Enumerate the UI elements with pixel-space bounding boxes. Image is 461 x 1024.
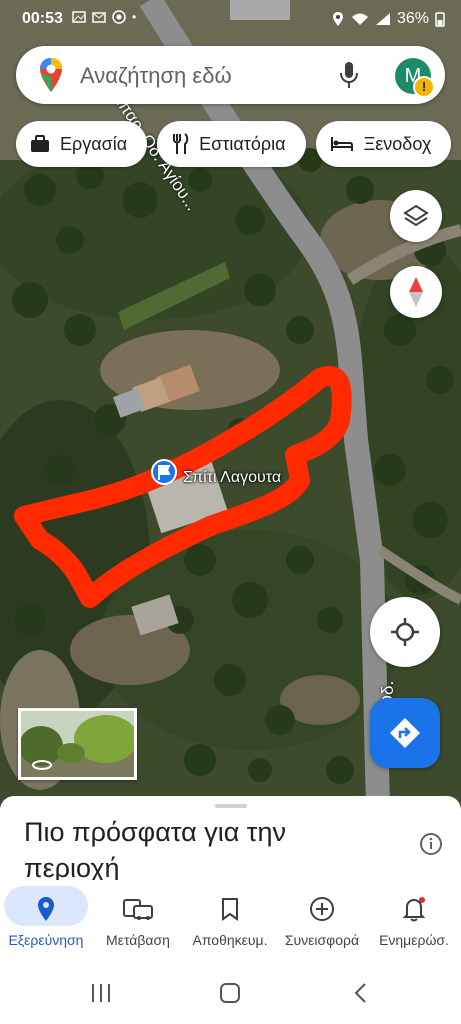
street-view-thumbnail[interactable]: [18, 708, 137, 780]
compass-icon: [409, 277, 423, 307]
search-bar[interactable]: Αναζήτηση εδώ M !: [16, 46, 445, 104]
directions-icon: [390, 718, 420, 748]
nav-contribute[interactable]: Συνεισφορά: [276, 880, 368, 948]
add-circle-icon: [310, 897, 334, 921]
battery-icon: [435, 12, 445, 27]
briefcase-icon: [31, 135, 49, 152]
signal-icon: [375, 13, 390, 25]
bottom-navigation: Εξερεύνηση Μετάβαση Αποθηκευμ. Συνεισφορ…: [0, 880, 461, 960]
sheet-drag-handle[interactable]: [215, 804, 247, 808]
google-maps-logo-icon: [40, 58, 62, 92]
more-notifications-dot-icon: •: [132, 10, 137, 24]
360-rotate-icon: [32, 760, 52, 770]
directions-button[interactable]: [370, 698, 440, 768]
compass-button[interactable]: [390, 266, 442, 318]
location-pin-icon: [38, 897, 54, 921]
bottom-sheet[interactable]: Πιο πρόσφατα για την περιοχή: [0, 796, 461, 886]
battery-percent: 36%: [396, 10, 429, 27]
crosshair-icon: [391, 618, 419, 646]
account-avatar[interactable]: M !: [395, 58, 435, 98]
fork-knife-icon: [173, 133, 189, 154]
recent-apps-icon[interactable]: [90, 982, 112, 1004]
bookmark-icon: [222, 898, 238, 921]
status-time: 00:53: [22, 10, 63, 27]
gallery-icon: [72, 11, 86, 23]
place-marker-label[interactable]: Σπίτι Λαγουτα: [183, 469, 281, 487]
sheet-title: Πιο πρόσφατα για την περιοχή: [24, 817, 286, 883]
info-icon: [420, 833, 442, 855]
location-status-icon: [332, 12, 343, 26]
back-icon[interactable]: [350, 982, 372, 1004]
info-button[interactable]: [419, 832, 443, 861]
chip-label: Εστιατόρια: [199, 133, 286, 154]
layers-button[interactable]: [390, 190, 442, 242]
chip-hotels[interactable]: Ξενοδοχ: [315, 121, 452, 167]
chip-label: Εργασία: [60, 133, 128, 154]
nav-label: Ενημερώσ.: [379, 932, 449, 948]
bed-icon: [330, 137, 353, 151]
category-chips: Εργασία Εστιατόρια Ξενοδοχ: [16, 121, 452, 167]
nav-updates[interactable]: Ενημερώσ.: [368, 880, 460, 948]
home-icon[interactable]: [219, 982, 241, 1004]
commute-icon: [123, 899, 153, 920]
status-bar: 00:53 • 36%: [0, 0, 461, 40]
status-right: 36%: [331, 10, 445, 28]
search-input[interactable]: Αναζήτηση εδώ: [80, 63, 232, 89]
nav-saved[interactable]: Αποθηκευμ.: [184, 880, 276, 948]
notification-icons: •: [72, 10, 136, 24]
chip-work[interactable]: Εργασία: [16, 121, 148, 167]
my-location-button[interactable]: [370, 597, 440, 667]
chip-label: Ξενοδοχ: [363, 133, 432, 154]
wifi-icon: [351, 13, 368, 25]
layers-icon: [403, 204, 429, 227]
chip-restaurants[interactable]: Εστιατόρια: [157, 121, 306, 167]
system-navigation-bar: [0, 960, 461, 1024]
bell-icon: [402, 897, 426, 922]
mail-icon: [92, 12, 106, 23]
chrome-icon: [112, 10, 126, 24]
microphone-icon[interactable]: [339, 61, 359, 89]
warning-badge-icon: !: [413, 76, 435, 98]
nav-explore[interactable]: Εξερεύνηση: [0, 880, 92, 948]
nav-commute[interactable]: Μετάβαση: [92, 880, 184, 948]
